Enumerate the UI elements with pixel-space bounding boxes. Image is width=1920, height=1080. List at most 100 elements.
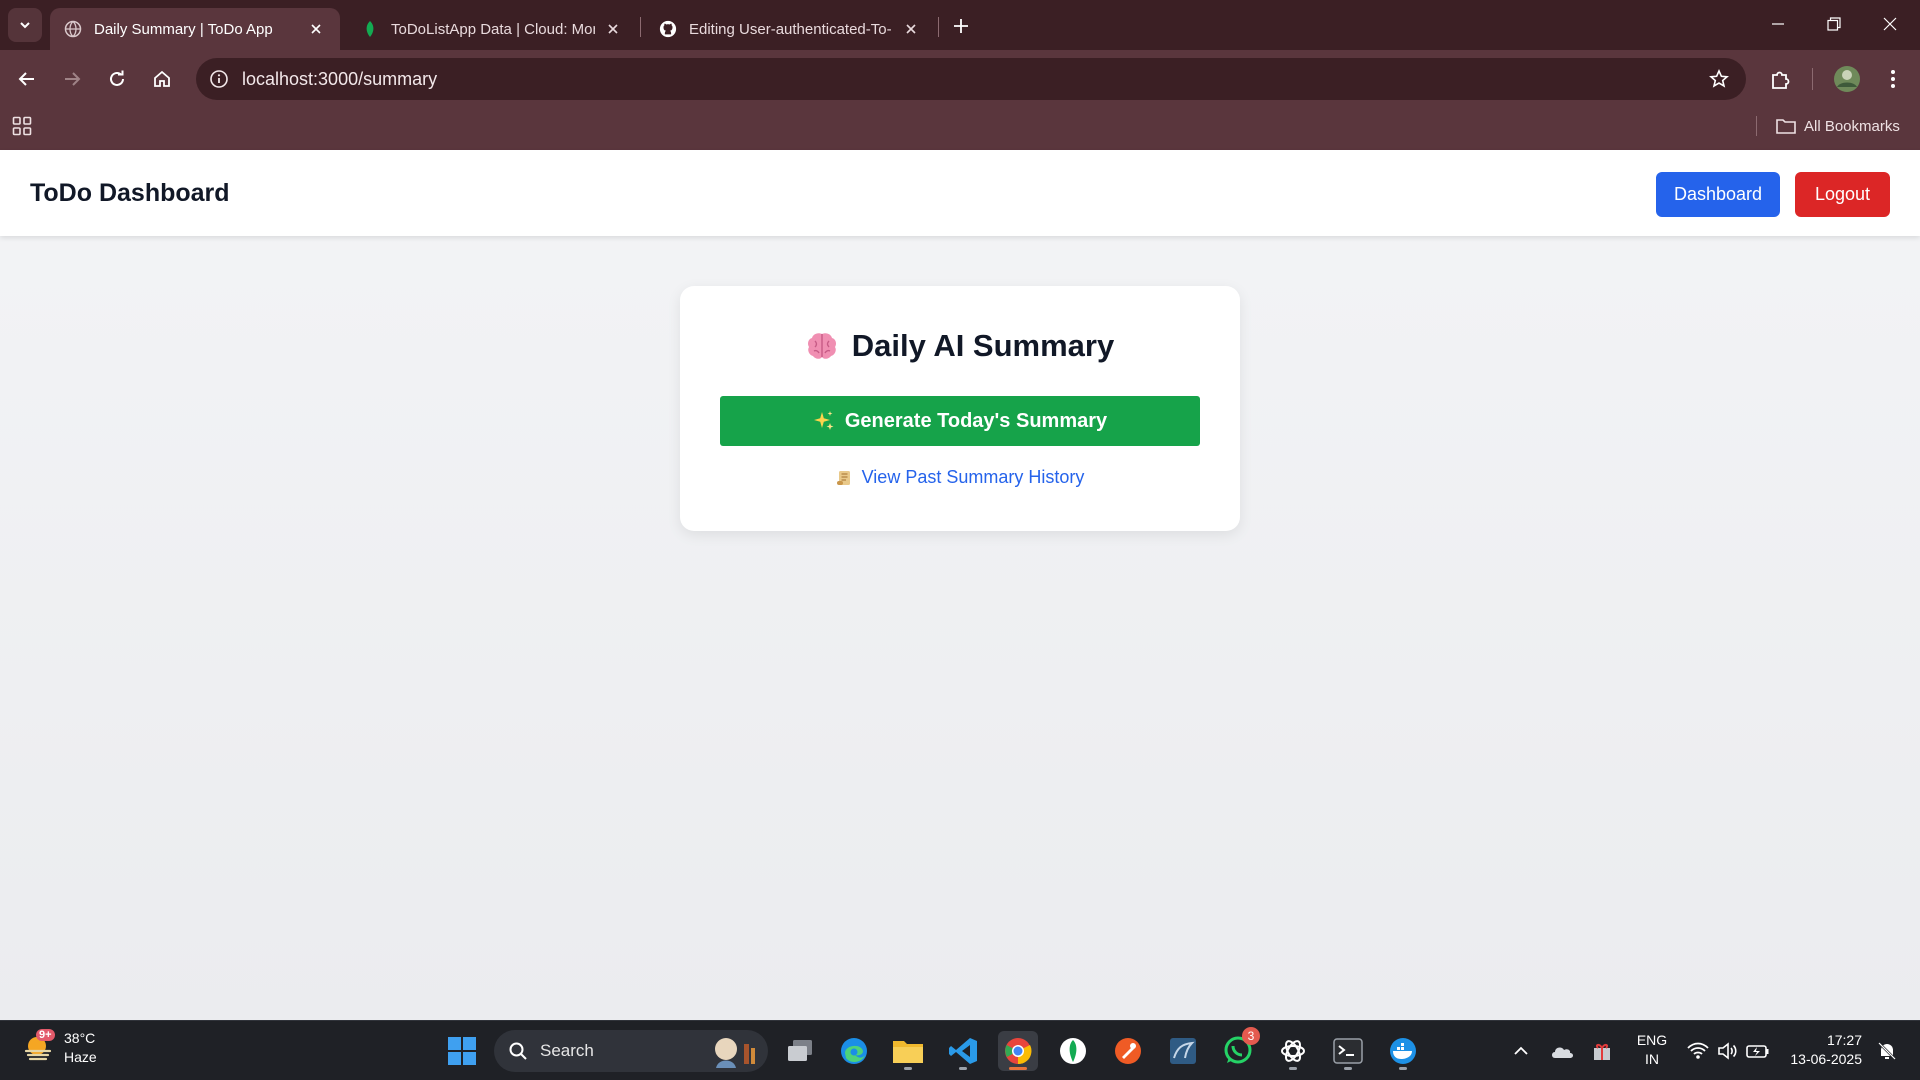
language-code: ENG [1636,1032,1668,1048]
url-text[interactable]: localhost:3000/summary [242,69,437,90]
puzzle-icon [1772,71,1790,89]
clock-time: 17:27 [1826,1032,1862,1048]
wifi-tray-icon[interactable] [1684,1031,1712,1071]
weather-haze-icon: 9+ [22,1029,56,1065]
app-tray-icon[interactable] [1588,1031,1616,1071]
taskbar-vscode[interactable] [943,1031,983,1071]
gift-icon [1594,1044,1610,1060]
page-content: ToDo Dashboard Dashboard Logout Daily AI… [0,150,1920,1020]
all-bookmarks-button[interactable]: All Bookmarks [1776,114,1900,138]
vscode-icon [949,1038,977,1064]
chatgpt-icon [1281,1040,1305,1062]
taskbar-search[interactable]: Search [494,1030,768,1072]
tab-close-icon[interactable] [901,19,921,39]
globe-icon [64,20,82,38]
task-view-button[interactable] [780,1031,820,1071]
back-button[interactable] [10,62,44,96]
tab-separator [938,17,939,37]
search-icon [508,1041,528,1061]
clock[interactable]: 17:27 13-06-2025 [1780,1031,1862,1069]
active-indicator [1009,1067,1027,1070]
arrow-right-icon [65,72,81,86]
site-info-icon[interactable] [206,66,232,92]
plus-icon [954,19,968,33]
card-title-text: Daily AI Summary [851,328,1115,363]
tab-title: Editing User-authenticated-To-I [689,20,893,38]
minimize-icon [1772,23,1784,25]
onedrive-tray-icon[interactable] [1548,1031,1576,1071]
dashboard-button[interactable]: Dashboard [1656,172,1780,217]
search-highlight-icon [710,1034,758,1068]
new-tab-button[interactable] [948,13,974,39]
kebab-menu-icon [1891,70,1895,88]
github-icon [659,20,677,38]
taskbar-terminal[interactable] [1328,1031,1368,1071]
minimize-button[interactable] [1750,0,1806,48]
reload-button[interactable] [100,62,134,96]
sparkles-icon [813,410,835,432]
taskbar-docker[interactable] [1383,1031,1423,1071]
forward-button[interactable] [55,62,89,96]
generate-summary-label: Generate Today's Summary [844,409,1108,432]
close-window-button[interactable] [1862,0,1918,48]
tab-search-button[interactable] [8,8,42,42]
speaker-icon [1718,1042,1737,1060]
taskbar-file-explorer[interactable] [888,1031,928,1071]
brand-title: ToDo Dashboard [30,179,230,207]
weather-widget[interactable]: 9+ 38°C Haze [22,1029,97,1067]
browser-menu-button[interactable] [1876,62,1910,96]
running-indicator [1399,1067,1407,1070]
windows-logo-icon [448,1037,476,1065]
scroll-icon [836,469,854,487]
summary-card: Daily AI Summary Generate Today's Summar… [680,286,1240,531]
taskbar-mongodb-compass[interactable] [1053,1031,1093,1071]
folder-icon [893,1041,923,1063]
battery-tray-icon[interactable] [1744,1031,1772,1071]
logout-button[interactable]: Logout [1795,172,1890,217]
running-indicator [1289,1067,1297,1070]
weather-condition: Haze [64,1049,97,1065]
bookmark-star-icon[interactable] [1706,66,1732,92]
tab-mongodb[interactable]: ToDoListApp Data | Cloud: Mon [347,8,637,50]
chrome-icon [1005,1038,1032,1065]
taskbar-postman[interactable] [1108,1031,1148,1071]
notification-bell-icon [1878,1042,1896,1060]
language-indicator[interactable]: ENG IN [1632,1031,1672,1069]
tab-title: ToDoListApp Data | Cloud: Mon [391,20,595,38]
reload-icon [110,70,124,86]
taskbar-chatgpt[interactable] [1273,1031,1313,1071]
tab-close-icon[interactable] [306,19,326,39]
bookmarks-separator [1756,116,1757,136]
volume-tray-icon[interactable] [1714,1031,1740,1071]
show-hidden-icons-button[interactable] [1508,1031,1534,1071]
tab-close-icon[interactable] [603,19,623,39]
tab-daily-summary[interactable]: Daily Summary | ToDo App [50,8,340,50]
start-button[interactable] [442,1031,482,1071]
generate-summary-button[interactable]: Generate Today's Summary [720,396,1200,446]
database-icon [1170,1038,1196,1064]
folder-icon [1776,119,1796,134]
app-navbar: ToDo Dashboard Dashboard Logout [0,150,1920,236]
notification-center-button[interactable] [1872,1031,1902,1071]
postman-icon [1115,1038,1141,1064]
address-bar[interactable]: localhost:3000/summary [196,58,1746,100]
taskbar-chrome[interactable] [998,1031,1038,1071]
brain-icon [806,331,838,361]
taskbar-mysql-workbench[interactable] [1163,1031,1203,1071]
restore-button[interactable] [1806,0,1862,48]
taskbar-whatsapp[interactable]: 3 [1218,1027,1260,1071]
view-history-label: View Past Summary History [861,467,1085,487]
view-history-link[interactable]: View Past Summary History [680,467,1240,488]
card-title: Daily AI Summary [680,328,1240,364]
weather-temperature: 38°C [64,1030,96,1046]
taskbar-edge[interactable] [834,1031,874,1071]
apps-grid-icon[interactable] [12,116,36,140]
bookmarks-bar [0,108,1920,150]
tab-github[interactable]: Editing User-authenticated-To-I [645,8,935,50]
extensions-button[interactable] [1764,62,1798,96]
profile-avatar[interactable] [1830,62,1864,96]
close-icon [1883,17,1897,31]
tab-title: Daily Summary | ToDo App [94,20,273,38]
home-button[interactable] [145,62,179,96]
home-icon [154,70,170,87]
